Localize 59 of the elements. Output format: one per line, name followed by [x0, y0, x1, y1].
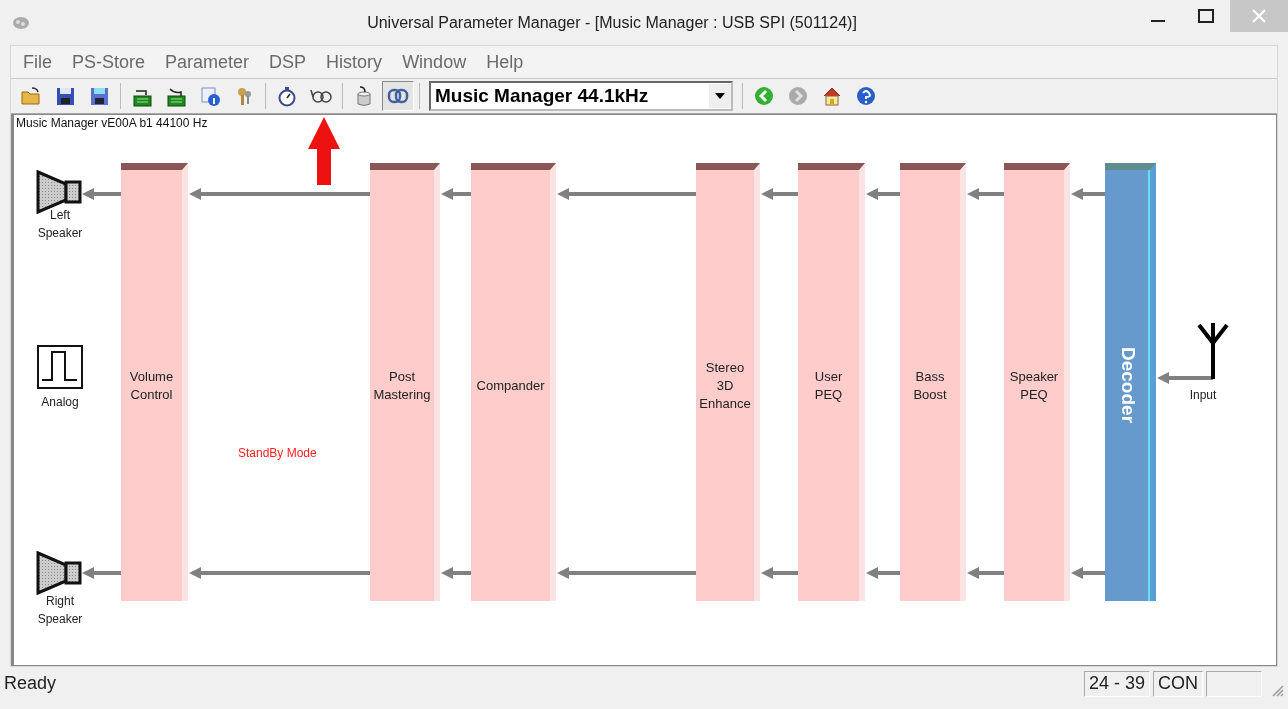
dsp-block[interactable]: Volume Control: [121, 163, 188, 601]
circuit-board-icon: [165, 85, 187, 107]
help-icon: [855, 85, 877, 107]
resize-grip-icon: [1270, 682, 1284, 697]
link-button[interactable]: [382, 81, 414, 111]
close-icon: [1252, 9, 1266, 23]
signal-arrow: [1071, 567, 1105, 579]
maximize-icon: [1198, 9, 1214, 23]
status-pane: CON: [1153, 670, 1203, 697]
back-icon: [753, 85, 775, 107]
dsp-block[interactable]: Speaker PEQ: [1004, 163, 1070, 601]
minimize-icon: [1151, 20, 1165, 22]
input-label: Input: [1188, 387, 1218, 404]
speaker-label: Right Speaker: [36, 593, 84, 628]
menu-item[interactable]: Help: [476, 51, 534, 73]
window-title: Universal Parameter Manager - [Music Manager : USB SPI (501124)]: [366, 13, 858, 32]
save-as-icon: [88, 85, 110, 107]
signal-arrow: [967, 567, 1004, 579]
signal-arrow: [1071, 188, 1105, 200]
status-pane: [1206, 670, 1262, 697]
signal-arrow: [866, 567, 900, 579]
speaker-icon: [36, 551, 82, 595]
signal-arrow: [441, 567, 471, 579]
signal-arrow: [967, 188, 1004, 200]
menu-item[interactable]: Window: [392, 51, 477, 73]
menu-item[interactable]: File: [13, 51, 62, 73]
signal-arrow: [761, 567, 798, 579]
dsp-block[interactable]: Post Mastering: [370, 163, 440, 601]
menu-item[interactable]: History: [316, 51, 393, 73]
caret-icon: [715, 93, 725, 99]
dsp-block[interactable]: User PEQ: [798, 163, 865, 601]
save-icon: [54, 85, 76, 107]
signal-arrow: [441, 188, 471, 200]
dsp-block[interactable]: Stereo 3D Enhance: [696, 163, 760, 601]
forward-icon: [787, 85, 809, 107]
home-icon: [821, 85, 843, 107]
square-wave-icon: [37, 345, 83, 389]
preset-dropdown[interactable]: Music Manager 44.1kHz: [429, 81, 733, 111]
status-message: Ready: [3, 673, 58, 694]
standby-status: StandBy Mode: [238, 446, 317, 460]
stopwatch-icon: [276, 85, 298, 107]
dsp-block[interactable]: Bass Boost: [900, 163, 966, 601]
menu-item[interactable]: Parameter: [155, 51, 260, 73]
menu-item[interactable]: PS-Store: [62, 51, 156, 73]
open-folder-icon: [20, 85, 42, 107]
status-pane: 24 - 39: [1083, 670, 1150, 697]
info-icon: [199, 85, 221, 107]
canvas-header: Music Manager vE00A b1 44100 Hz: [16, 116, 208, 130]
signal-arrow: [82, 188, 121, 200]
speaker-label: Left Speaker: [36, 207, 84, 242]
app-icon: [12, 15, 30, 30]
analog-label: Analog: [40, 394, 80, 411]
dsp-block[interactable]: Compander: [471, 163, 556, 601]
menu-item[interactable]: DSP: [259, 51, 317, 73]
signal-arrow: [761, 188, 798, 200]
signal-arrow: [82, 567, 121, 579]
pointer-arrow: [306, 115, 342, 187]
signal-arrow: [1157, 372, 1213, 384]
signal-arrow: [866, 188, 900, 200]
